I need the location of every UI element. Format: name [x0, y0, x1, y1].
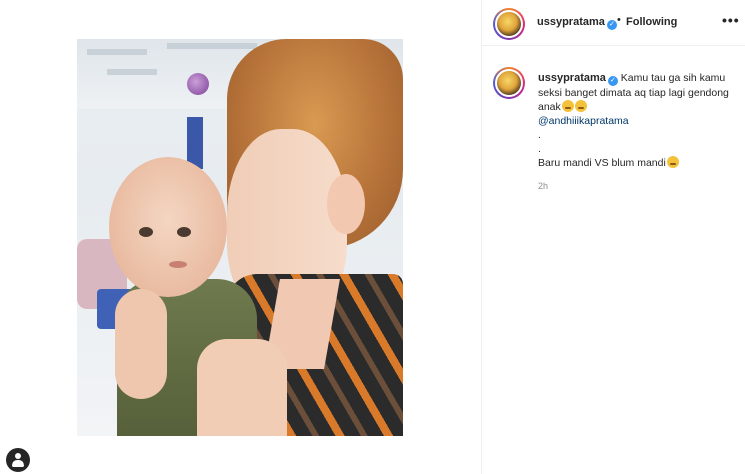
following-button[interactable]: Following — [626, 16, 677, 28]
post-photo[interactable] — [77, 39, 403, 436]
media-pane — [0, 0, 481, 474]
grin-emoji-icon — [666, 156, 679, 168]
caption-dot: . — [538, 129, 541, 141]
verified-icon: ✓ — [607, 76, 618, 86]
caption-body: ussypratama ✓ Kamu tau ga sih kamu seksi … — [538, 71, 738, 193]
caption-line2: Baru mandi VS blum mandi — [538, 157, 666, 169]
verified-icon: ✓ — [606, 20, 617, 30]
smirk-emoji-icon — [561, 100, 574, 112]
caption-avatar[interactable] — [493, 67, 525, 99]
caption-dot: . — [538, 143, 541, 155]
mention-link[interactable]: @andhiiikapratama — [538, 115, 629, 127]
separator-dot: • — [617, 14, 621, 26]
username-link[interactable]: ussypratama ✓ — [537, 16, 617, 30]
blush-emoji-icon — [574, 100, 587, 112]
post-sidebar: ussypratama ✓ • Following ••• ussypratama… — [481, 0, 745, 474]
instagram-post-modal: ussypratama ✓ • Following ••• ussypratama… — [0, 0, 745, 474]
caption-username[interactable]: ussypratama — [538, 72, 606, 84]
post-timestamp[interactable]: 2h — [538, 179, 738, 193]
user-circle-icon[interactable] — [6, 448, 30, 472]
more-options-icon[interactable]: ••• — [722, 12, 740, 28]
post-header: ussypratama ✓ • Following ••• — [482, 0, 745, 46]
avatar[interactable] — [493, 8, 525, 40]
